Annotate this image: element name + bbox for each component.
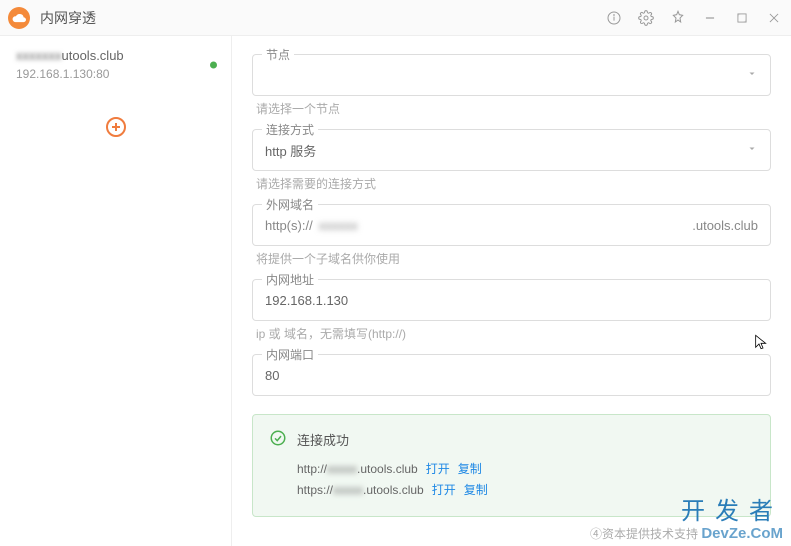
sidebar: xxxxxxxutools.club 192.168.1.130:80 bbox=[0, 36, 232, 546]
node-label: 节点 bbox=[262, 46, 294, 63]
add-tunnel-button[interactable] bbox=[102, 113, 130, 141]
lan-port-input[interactable]: 80 bbox=[252, 354, 771, 396]
conn-type-select[interactable]: http 服务 bbox=[252, 129, 771, 171]
minimize-icon[interactable] bbox=[701, 9, 719, 27]
domain-prefix: http(s):// bbox=[265, 218, 313, 233]
pin-icon[interactable] bbox=[669, 9, 687, 27]
lan-port-field-group: 内网端口 80 bbox=[252, 354, 771, 396]
lan-addr-input[interactable]: 192.168.1.130 bbox=[252, 279, 771, 321]
tunnel-address: 192.168.1.130:80 bbox=[16, 67, 215, 81]
domain-label: 外网域名 bbox=[262, 196, 318, 213]
app-title: 内网穿透 bbox=[40, 8, 605, 28]
title-actions bbox=[605, 9, 783, 27]
success-url-row: https://xxxxx.utools.club 打开 复制 bbox=[297, 481, 754, 498]
conn-type-helper: 请选择需要的连接方式 bbox=[256, 175, 771, 192]
copy-link[interactable]: 复制 bbox=[458, 460, 482, 477]
tunnel-host: xxxxxxxutools.club bbox=[16, 48, 215, 63]
info-icon[interactable] bbox=[605, 9, 623, 27]
node-select[interactable] bbox=[252, 54, 771, 96]
main: xxxxxxxutools.club 192.168.1.130:80 节点 请… bbox=[0, 36, 791, 546]
url-text: http://xxxxx.utools.club bbox=[297, 462, 418, 476]
lan-addr-label: 内网地址 bbox=[262, 271, 318, 288]
status-dot-icon bbox=[210, 61, 217, 68]
lan-addr-helper: ip 或 域名，无需填写(http://) bbox=[256, 325, 771, 342]
titlebar: 内网穿透 bbox=[0, 0, 791, 36]
node-helper: 请选择一个节点 bbox=[256, 100, 771, 117]
url-text: https://xxxxx.utools.club bbox=[297, 483, 424, 497]
content-form: 节点 请选择一个节点 连接方式 http 服务 请选择需要的连接方式 外网域名 bbox=[232, 36, 791, 546]
domain-helper: 将提供一个子域名供你使用 bbox=[256, 250, 771, 267]
conn-type-field-group: 连接方式 http 服务 请选择需要的连接方式 bbox=[252, 129, 771, 192]
lan-port-label: 内网端口 bbox=[262, 346, 318, 363]
app-logo-icon bbox=[8, 7, 30, 29]
domain-suffix: .utools.club bbox=[692, 218, 758, 233]
success-url-row: http://xxxxx.utools.club 打开 复制 bbox=[297, 460, 754, 477]
success-title: 连接成功 bbox=[297, 430, 349, 449]
success-box: 连接成功 http://xxxxx.utools.club 打开 复制 http… bbox=[252, 414, 771, 517]
close-icon[interactable] bbox=[765, 9, 783, 27]
domain-field-group: 外网域名 http(s):// xxxxxx .utools.club 将提供一… bbox=[252, 204, 771, 267]
check-circle-icon bbox=[269, 429, 287, 450]
tunnel-list-item[interactable]: xxxxxxxutools.club 192.168.1.130:80 bbox=[0, 36, 231, 93]
maximize-icon[interactable] bbox=[733, 9, 751, 27]
open-link[interactable]: 打开 bbox=[432, 481, 456, 498]
open-link[interactable]: 打开 bbox=[426, 460, 450, 477]
chevron-down-icon bbox=[746, 143, 758, 158]
node-field-group: 节点 请选择一个节点 bbox=[252, 54, 771, 117]
gear-icon[interactable] bbox=[637, 9, 655, 27]
domain-input[interactable]: http(s):// xxxxxx .utools.club bbox=[252, 204, 771, 246]
lan-addr-field-group: 内网地址 192.168.1.130 ip 或 域名，无需填写(http://) bbox=[252, 279, 771, 342]
copy-link[interactable]: 复制 bbox=[464, 481, 488, 498]
conn-type-label: 连接方式 bbox=[262, 121, 318, 138]
chevron-down-icon bbox=[746, 68, 758, 83]
